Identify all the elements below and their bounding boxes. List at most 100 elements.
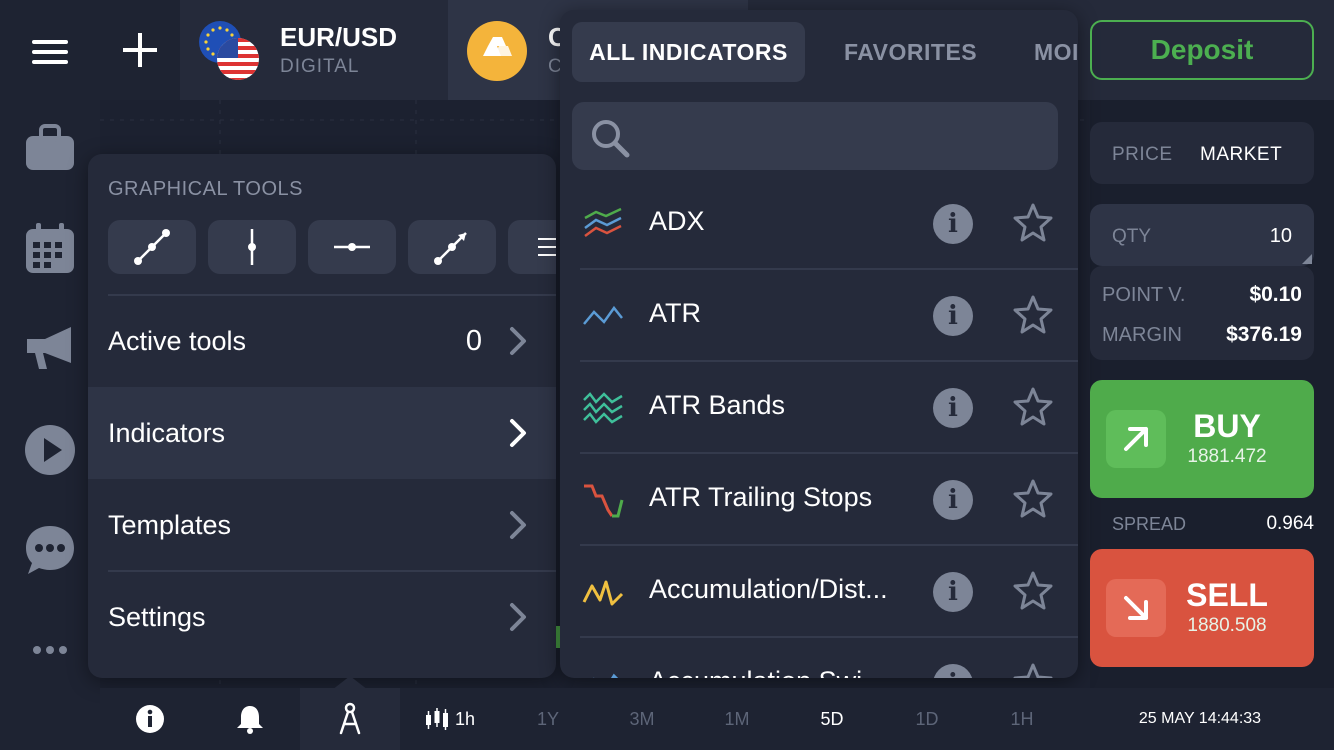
qty-value[interactable]: 10 xyxy=(1270,225,1292,248)
eu-us-flag-icon xyxy=(199,21,259,80)
asset-name: EUR/USD xyxy=(280,22,398,52)
info-icon[interactable]: i xyxy=(933,480,973,520)
active-tools-count: 0 xyxy=(465,324,482,357)
indicator-row-atr-trailing-stops[interactable]: ATR Trailing Stops i xyxy=(560,454,1078,546)
info-icon[interactable]: i xyxy=(933,572,973,612)
indicator-row-accumulation-swing[interactable]: Accumulation Swi... i xyxy=(560,638,1078,678)
megaphone-icon[interactable] xyxy=(0,318,100,378)
asset-tab-eurusd[interactable]: EUR/USD DIGITAL xyxy=(180,0,446,100)
ray-icon xyxy=(434,232,467,265)
pointer-caret xyxy=(332,676,368,690)
info-icon[interactable]: i xyxy=(933,204,973,244)
plus-icon xyxy=(123,33,157,67)
atr-bands-icon xyxy=(583,392,623,424)
sell-price: 1880.508 xyxy=(1187,615,1267,636)
indicator-row-accumulation-distribution[interactable]: Accumulation/Dist... i xyxy=(560,546,1078,638)
info-icon[interactable]: i xyxy=(933,664,973,678)
spread-value: 0.964 xyxy=(1266,513,1314,534)
indicator-row-adx[interactable]: ADX i xyxy=(560,178,1078,270)
atr-trailing-stops-icon xyxy=(584,484,624,518)
resize-corner-icon xyxy=(1302,254,1312,264)
arrow-down-right-icon xyxy=(1106,579,1166,637)
chat-icon[interactable] xyxy=(0,520,100,580)
deposit-button[interactable]: Deposit xyxy=(1090,20,1314,80)
accumulation-swing-icon xyxy=(593,673,619,678)
period-5d[interactable]: 5D xyxy=(804,688,860,750)
indicator-row-atr[interactable]: ATR i xyxy=(560,270,1078,362)
margin-value: $376.19 xyxy=(1226,323,1302,346)
period-1y[interactable]: 1Y xyxy=(520,688,576,750)
graphical-tools-title: GRAPHICAL TOOLS xyxy=(108,178,303,200)
indicator-row-atr-bands[interactable]: ATR Bands i xyxy=(560,362,1078,454)
trend-line-tool-button[interactable] xyxy=(108,220,196,274)
info-icon[interactable]: i xyxy=(933,388,973,428)
indicator-name: ADX xyxy=(649,206,705,236)
star-icon[interactable] xyxy=(1012,570,1054,612)
settings-row[interactable]: Settings xyxy=(88,571,556,663)
candlestick-icon xyxy=(425,708,448,730)
chevron-right-icon xyxy=(510,327,526,355)
chevron-right-icon xyxy=(510,603,526,631)
bottom-toolbar: 1h 1Y 3M 1M 5D 1D 1H 25 MAY 14:44:33 xyxy=(100,676,1334,750)
candle-interval-label: 1h xyxy=(454,708,476,729)
period-1h[interactable]: 1H xyxy=(994,688,1050,750)
tab-favorites[interactable]: FAVORITES xyxy=(844,22,977,82)
order-type-toggle: PRICE MARKET xyxy=(1090,122,1314,184)
indicator-name: Accumulation/Dist... xyxy=(649,574,888,604)
graphical-tools-panel: GRAPHICAL TOOLS Active tools 0 Indicator… xyxy=(88,154,556,678)
indicator-name: Accumulation Swi... xyxy=(649,666,919,678)
sell-button[interactable]: SELL 1880.508 xyxy=(1090,549,1314,667)
quantity-field[interactable]: QTY 10 xyxy=(1090,204,1314,266)
buy-price: 1881.472 xyxy=(1187,446,1267,467)
chevron-right-icon xyxy=(510,419,526,447)
bell-icon[interactable] xyxy=(220,688,280,750)
star-icon[interactable] xyxy=(1012,386,1054,428)
active-tools-row[interactable]: Active tools 0 xyxy=(88,295,556,387)
hamburger-menu-button[interactable] xyxy=(0,20,100,80)
price-tab[interactable]: PRICE xyxy=(1112,144,1173,166)
left-sidebar xyxy=(0,0,100,750)
indicators-panel: ALL INDICATORS FAVORITES MOI ADX i ATR i… xyxy=(560,10,1078,678)
atr-icon xyxy=(583,305,623,325)
period-1m[interactable]: 1M xyxy=(709,688,765,750)
point-value: $0.10 xyxy=(1249,283,1302,306)
indicator-search-input[interactable] xyxy=(572,102,1058,170)
market-tab[interactable]: MARKET xyxy=(1200,144,1282,166)
video-play-icon[interactable] xyxy=(0,420,100,480)
fibonacci-tool-button[interactable] xyxy=(508,220,556,274)
ray-tool-button[interactable] xyxy=(408,220,496,274)
star-icon[interactable] xyxy=(1012,294,1054,336)
period-3m[interactable]: 3M xyxy=(614,688,670,750)
star-icon[interactable] xyxy=(1012,662,1054,678)
info-icon[interactable]: i xyxy=(933,296,973,336)
datetime-display: 25 MAY 14:44:33 xyxy=(1138,710,1262,727)
horizontal-line-icon xyxy=(334,243,370,251)
sell-label: SELL xyxy=(1186,577,1268,613)
order-info: POINT V. $0.10 MARGIN $376.19 xyxy=(1090,266,1314,360)
calendar-icon[interactable] xyxy=(0,218,100,278)
info-icon[interactable] xyxy=(120,688,180,750)
star-icon[interactable] xyxy=(1012,202,1054,244)
star-icon[interactable] xyxy=(1012,478,1054,520)
indicators-row[interactable]: Indicators xyxy=(88,387,556,479)
accumulation-distribution-icon xyxy=(582,580,624,606)
portfolio-icon[interactable] xyxy=(0,118,100,178)
trading-app: EUR/USD DIGITAL C C GRAPHICAL TOOLS Acti… xyxy=(0,0,1334,750)
tab-more[interactable]: MOI xyxy=(1034,22,1078,82)
drawing-tools-icon[interactable] xyxy=(300,688,400,750)
tab-all-indicators[interactable]: ALL INDICATORS xyxy=(572,22,805,82)
candle-interval-button[interactable]: 1h xyxy=(420,688,480,750)
horizontal-line-tool-button[interactable] xyxy=(308,220,396,274)
buy-button[interactable]: BUY 1881.472 xyxy=(1090,380,1314,498)
fibonacci-icon xyxy=(538,238,556,256)
active-tools-label: Active tools xyxy=(108,325,247,356)
asset-type: DIGITAL xyxy=(280,56,360,77)
indicators-label: Indicators xyxy=(108,417,226,448)
buy-label: BUY xyxy=(1193,408,1261,444)
period-1d[interactable]: 1D xyxy=(899,688,955,750)
templates-row[interactable]: Templates xyxy=(88,479,556,571)
indicator-name: ATR Trailing Stops xyxy=(649,482,873,512)
vertical-line-tool-button[interactable] xyxy=(208,220,296,274)
add-asset-button[interactable] xyxy=(100,0,180,100)
more-icon[interactable] xyxy=(0,620,100,680)
